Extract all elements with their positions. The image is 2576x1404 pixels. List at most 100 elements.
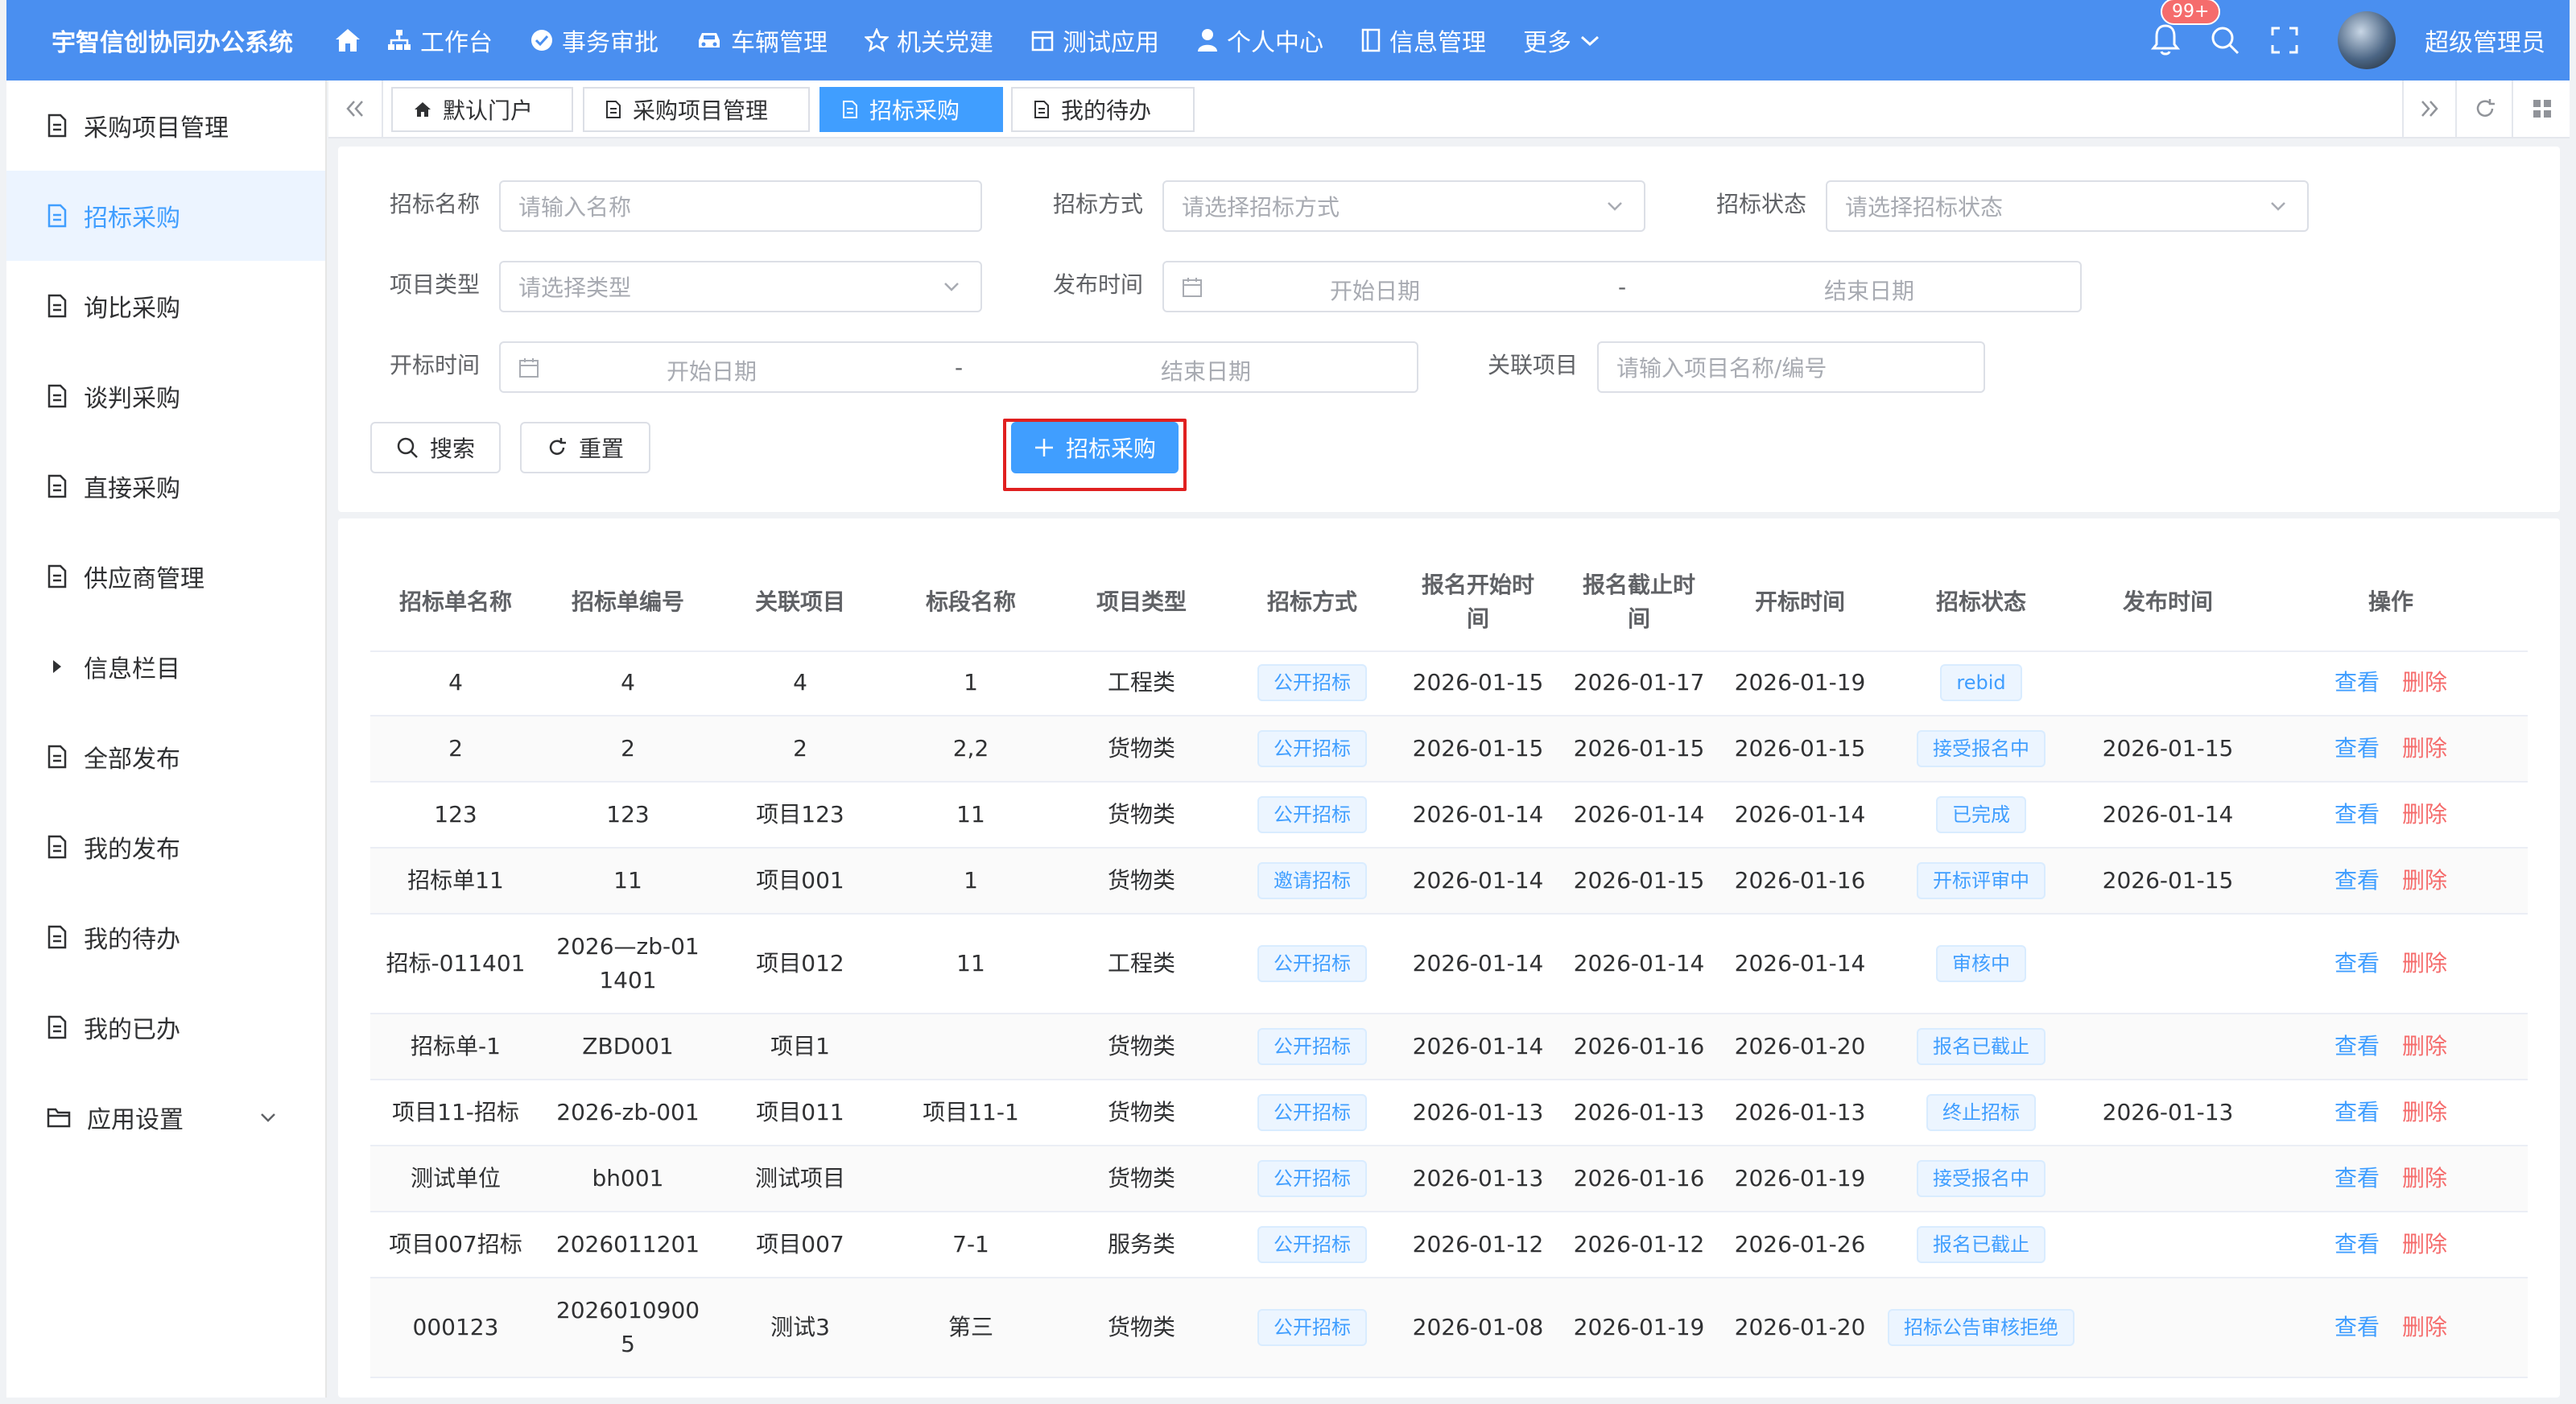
end-date-placeholder: 结束日期 <box>1161 358 1252 385</box>
delete-link[interactable]: 删除 <box>2402 1030 2447 1063</box>
username[interactable]: 超级管理员 <box>2425 23 2545 58</box>
tender-name-input[interactable]: 请输入名称 <box>499 180 982 232</box>
nav-info[interactable]: 信息管理 <box>1360 23 1486 58</box>
tabs-scroll-left-button[interactable] <box>328 81 383 137</box>
delete-link[interactable]: 删除 <box>2402 1096 2447 1129</box>
search-button[interactable]: 搜索 <box>370 422 501 473</box>
sidebar-item-inquiry[interactable]: 询比采购 <box>6 261 325 351</box>
sidebar-item-label: 谈判采购 <box>84 385 180 413</box>
fullscreen-icon[interactable] <box>2267 23 2302 58</box>
sidebar-item-supplier[interactable]: 供应商管理 <box>6 531 325 621</box>
view-link[interactable]: 查看 <box>2334 732 2380 766</box>
cell-code: 2026—zb-01 1401 <box>556 933 700 993</box>
publish-time-label: 发布时间 <box>1053 271 1144 298</box>
tab-my-todo[interactable]: 我的待办 <box>1011 87 1195 132</box>
cell-type: 货物类 <box>1107 1314 1175 1340</box>
sidebar-item-my-todo[interactable]: 我的待办 <box>6 892 325 982</box>
method-cell: 公开招标 <box>1227 915 1397 1013</box>
caret-right-icon <box>53 660 61 673</box>
sidebar-item-label: 我的发布 <box>84 836 180 864</box>
method-tag: 公开招标 <box>1257 1309 1367 1346</box>
sidebar-item-tender[interactable]: 招标采购 <box>6 171 325 261</box>
sidebar-item-negotiation[interactable]: 谈判采购 <box>6 351 325 441</box>
status-badge: 招标公告审核拒绝 <box>1888 1309 2074 1346</box>
notification-button[interactable]: 99+ <box>2149 0 2221 58</box>
sidebar-item-my-done[interactable]: 我的已办 <box>6 982 325 1072</box>
column-header: 招标状态 <box>1935 588 2026 615</box>
actions-cell: 查看 删除 <box>2254 716 2528 781</box>
view-link[interactable]: 查看 <box>2334 864 2380 898</box>
view-link[interactable]: 查看 <box>2334 1311 2380 1344</box>
view-link[interactable]: 查看 <box>2334 798 2380 832</box>
nav-car[interactable]: 车辆管理 <box>696 23 828 58</box>
sidebar-item-direct[interactable]: 直接采购 <box>6 441 325 531</box>
delete-link[interactable]: 删除 <box>2402 864 2447 898</box>
view-link[interactable]: 查看 <box>2334 1228 2380 1262</box>
method-tag: 公开招标 <box>1257 1094 1367 1131</box>
sidebar-item-app-settings[interactable]: 应用设置 <box>6 1072 325 1162</box>
sidebar-item-info-column[interactable]: 信息栏目 <box>6 621 325 712</box>
actions-cell: 查看 删除 <box>2254 915 2528 1013</box>
delete-link[interactable]: 删除 <box>2402 798 2447 832</box>
sidebar-item-label: 应用设置 <box>87 1106 184 1134</box>
cell-reg-start: 2026-01-14 <box>1412 867 1544 894</box>
tabs-menu-button[interactable] <box>2515 81 2570 137</box>
cell-reg-end: 2026-01-19 <box>1573 1314 1705 1340</box>
sidebar-item-my-published[interactable]: 我的发布 <box>6 802 325 892</box>
cell-type: 工程类 <box>1107 950 1175 977</box>
nav-personal[interactable]: 个人中心 <box>1196 23 1323 58</box>
tender-method-select[interactable]: 请选择招标方式 <box>1162 180 1645 232</box>
delete-link[interactable]: 删除 <box>2402 1228 2447 1262</box>
search-icon[interactable] <box>2207 23 2243 58</box>
document-icon <box>47 564 67 588</box>
status-cell: 审核中 <box>1880 915 2082 1013</box>
view-link[interactable]: 查看 <box>2334 1030 2380 1063</box>
button-label: 重置 <box>578 436 624 462</box>
cell-open: 2026-01-13 <box>1734 1099 1866 1125</box>
nav-approval[interactable]: 事务审批 <box>530 23 658 58</box>
avatar[interactable] <box>2338 11 2396 69</box>
view-link[interactable]: 查看 <box>2334 1162 2380 1195</box>
tab-purchase-project[interactable]: 采购项目管理 <box>583 87 810 132</box>
status-badge: rebid <box>1940 664 2022 701</box>
related-project-input[interactable]: 请输入项目名称/编号 <box>1597 341 1985 393</box>
publish-date-range[interactable]: 开始日期 - 结束日期 <box>1162 261 2082 312</box>
refresh-icon <box>2476 99 2495 117</box>
delete-link[interactable]: 删除 <box>2402 947 2447 981</box>
tab-default-portal[interactable]: 默认门户 <box>391 87 573 132</box>
cell-reg-start: 2026-01-14 <box>1412 1033 1544 1059</box>
cell-publish: 2026-01-15 <box>2102 867 2234 894</box>
chevron-down-icon <box>944 283 959 291</box>
tab-tender[interactable]: 招标采购 <box>819 87 1003 132</box>
cell-code: bh001 <box>592 1165 664 1191</box>
view-link[interactable]: 查看 <box>2334 666 2380 700</box>
delete-link[interactable]: 删除 <box>2402 1311 2447 1344</box>
nav-label: 工作台 <box>420 29 493 57</box>
view-link[interactable]: 查看 <box>2334 1096 2380 1129</box>
actions-cell: 查看 删除 <box>2254 1212 2528 1277</box>
placeholder: 请选择类型 <box>518 275 632 301</box>
cell-publish <box>2082 1146 2254 1211</box>
table-row: 000123 2026010900 5 测试3 第三 货物类 公开招标 2026-01-08… <box>370 1278 2528 1378</box>
open-date-range[interactable]: 开始日期 - 结束日期 <box>499 341 1418 393</box>
reset-button[interactable]: 重置 <box>520 422 650 473</box>
nav-test-app[interactable]: 测试应用 <box>1030 23 1159 58</box>
tabs-scroll-right-button[interactable] <box>2402 81 2457 137</box>
project-type-select[interactable]: 请选择类型 <box>499 261 982 312</box>
nav-party[interactable]: 机关党建 <box>865 23 993 58</box>
car-icon <box>699 33 720 47</box>
sidebar-item-purchase-project[interactable]: 采购项目管理 <box>6 81 325 171</box>
view-link[interactable]: 查看 <box>2334 947 2380 981</box>
cell-open: 2026-01-14 <box>1734 801 1866 828</box>
nav-workbench[interactable]: 工作台 <box>386 23 493 58</box>
home-icon[interactable] <box>332 24 364 56</box>
delete-link[interactable]: 删除 <box>2402 1162 2447 1195</box>
delete-link[interactable]: 删除 <box>2402 732 2447 766</box>
document-icon <box>47 925 67 949</box>
tender-status-select[interactable]: 请选择招标状态 <box>1826 180 2309 232</box>
cell-section <box>886 1014 1056 1079</box>
sidebar-item-all-published[interactable]: 全部发布 <box>6 712 325 802</box>
delete-link[interactable]: 删除 <box>2402 666 2447 700</box>
nav-more[interactable]: 更多 <box>1523 23 1600 58</box>
refresh-button[interactable] <box>2458 81 2513 137</box>
